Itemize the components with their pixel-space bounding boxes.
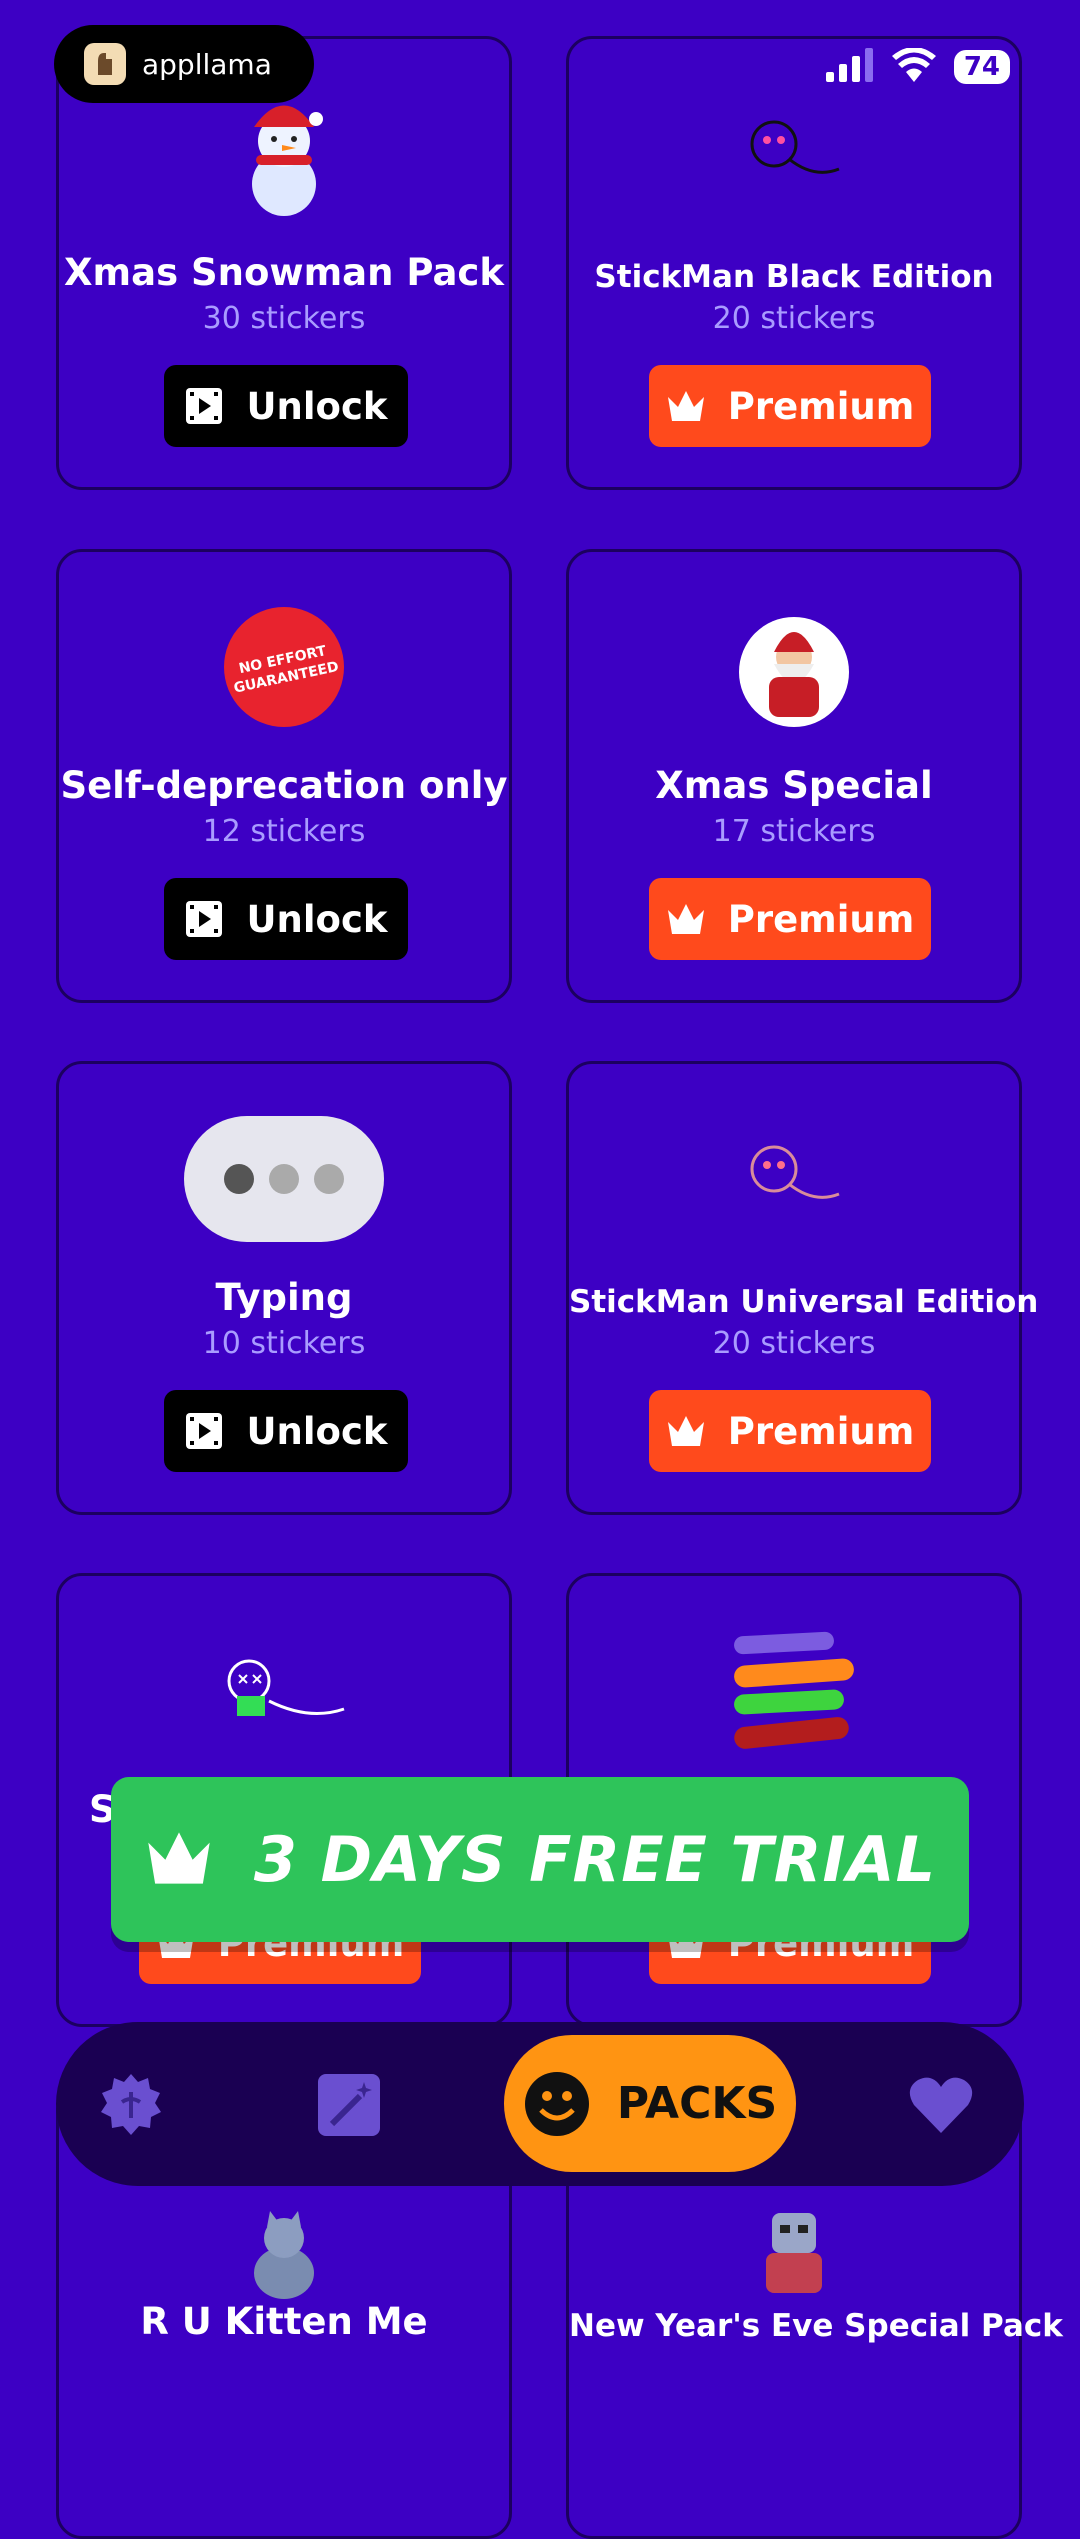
heart-icon[interactable] [908,2072,974,2138]
llama-logo-icon [84,43,126,85]
robot-sticker-icon [569,2188,1019,2318]
pack-card-typing[interactable]: Typing 10 stickers Unlock [56,1061,512,1515]
pack-card-self-deprecation[interactable]: NO EFFORT GUARANTEED Self-deprecation on… [56,549,512,1003]
crown-icon [144,1829,214,1891]
crown-icon [666,902,706,936]
badge-icon[interactable] [98,2072,164,2138]
free-trial-label: 3 DAYS FREE TRIAL [253,1823,937,1896]
crown-icon [666,389,706,423]
magic-wand-icon[interactable] [316,2072,382,2138]
pack-count: 20 stickers [712,301,876,336]
kitten-sticker-icon [59,2188,509,2318]
message-bubbles-sticker-icon [569,1626,1019,1756]
no-effort-sticker-icon: NO EFFORT GUARANTEED [59,602,509,732]
premium-button[interactable]: Premium [649,1390,931,1472]
pack-title: Xmas Snowman Pack [64,251,504,294]
pack-title: Typing [215,1276,353,1319]
unlock-label: Unlock [246,384,388,428]
premium-button[interactable]: Premium [649,878,931,960]
stickman-green-sticker-icon [59,1626,509,1756]
santa-sticker-icon [569,602,1019,732]
premium-label: Premium [727,1409,915,1453]
premium-label: Premium [727,897,915,941]
stickman-sticker-icon [569,89,1019,219]
pack-count: 10 stickers [202,1326,366,1361]
pack-card-stickman-black[interactable]: StickMan Black Edition 20 stickers Premi… [566,36,1022,490]
tab-packs[interactable]: PACKS [504,2035,796,2172]
snowman-sticker-icon [59,89,509,219]
unlock-button[interactable]: Unlock [164,1390,408,1472]
video-play-icon [184,1411,224,1451]
pack-title: Xmas Special [655,764,933,807]
unlock-label: Unlock [246,1409,388,1453]
pack-count: 30 stickers [202,301,366,336]
pack-count: 12 stickers [202,814,366,849]
pack-title: New Year's Eve Special Pack [569,2308,1063,2344]
pack-title: StickMan Black Edition [594,259,994,295]
battery-indicator: 74 [953,50,1010,84]
tab-packs-label: PACKS [616,2078,778,2129]
premium-button[interactable]: Premium [649,365,931,447]
unlock-label: Unlock [246,897,388,941]
wifi-icon [891,47,936,86]
signal-icon [825,48,874,86]
bottom-tab-bar: PACKS [56,2022,1024,2186]
video-play-icon [184,899,224,939]
typing-bubble-icon [59,1114,509,1244]
app-name: appllama [142,47,272,81]
unlock-button[interactable]: Unlock [164,365,408,447]
status-icons: 74 [825,47,1010,86]
pack-card-stickman-universal[interactable]: StickMan Universal Edition 20 stickers P… [566,1061,1039,1515]
pack-title: StickMan Universal Edition [569,1284,1039,1320]
premium-label: Premium [727,384,915,428]
pack-count: 20 stickers [712,1326,876,1361]
pack-count: 17 stickers [712,814,876,849]
smiley-icon [523,2070,591,2138]
pack-card-xmas-snowman[interactable]: Xmas Snowman Pack 30 stickers Unlock [56,36,512,490]
crown-icon [666,1414,706,1448]
free-trial-button[interactable]: 3 DAYS FREE TRIAL [111,1777,969,1942]
pack-title: Self-deprecation only [60,764,508,807]
pack-card-xmas-special[interactable]: Xmas Special 17 stickers Premium [566,549,1022,1003]
app-badge: appllama [54,25,314,103]
video-play-icon [184,386,224,426]
stickman-universal-sticker-icon [569,1114,1019,1244]
unlock-button[interactable]: Unlock [164,878,408,960]
